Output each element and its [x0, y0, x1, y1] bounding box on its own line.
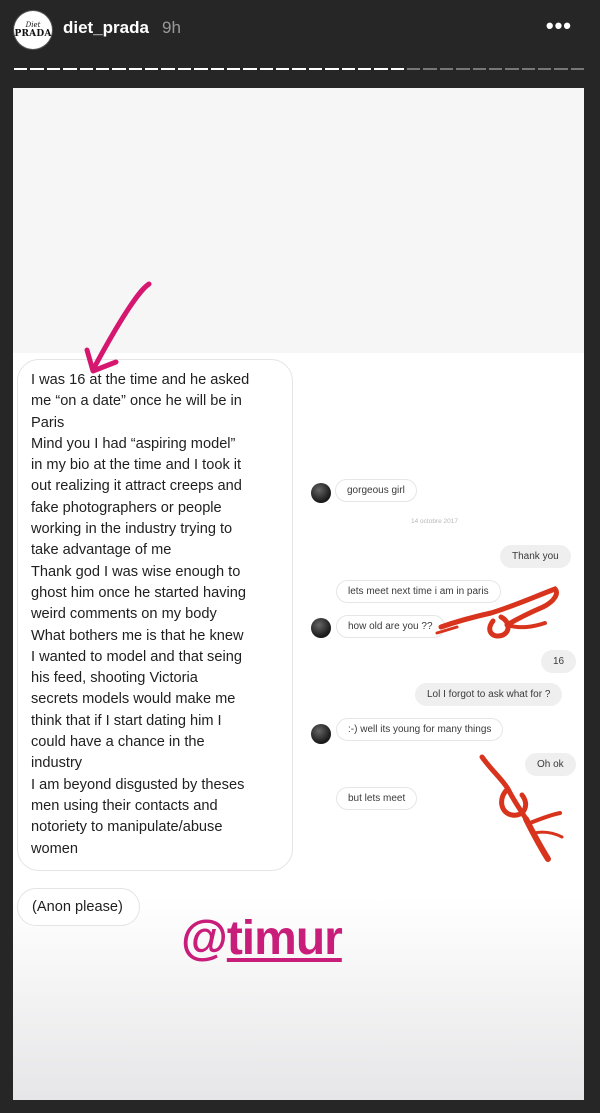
- chat-message-incoming: :-) well its young for many things: [336, 718, 504, 741]
- progress-segment: [292, 68, 306, 70]
- avatar-logo-line1: Diet: [25, 20, 41, 29]
- progress-segment: [570, 68, 585, 70]
- progress-segment: [177, 68, 192, 70]
- progress-segment: [145, 68, 159, 70]
- progress-segment: [521, 68, 535, 70]
- ok-hand-icon: [435, 586, 559, 639]
- progress-segment: [341, 68, 355, 70]
- progress-segment: [194, 68, 208, 70]
- progress-segment: [226, 68, 241, 70]
- progress-segment: [46, 68, 61, 70]
- chat-avatar: [311, 724, 331, 744]
- mention-username: timur: [226, 912, 343, 965]
- post-time: 9h: [162, 18, 181, 37]
- progress-segment: [423, 68, 437, 70]
- progress-segment: [505, 68, 519, 70]
- progress-segment: [308, 68, 323, 70]
- username-link[interactable]: diet_prada: [63, 18, 149, 38]
- progress-segment: [456, 68, 470, 70]
- ok-hand-icon: [479, 754, 564, 862]
- progress-segment: [14, 68, 28, 70]
- progress-segment: [538, 68, 552, 70]
- progress-segment: [112, 68, 126, 70]
- chat-message-outgoing: Lol I forgot to ask what for ?: [415, 683, 563, 706]
- progress-segment: [161, 68, 175, 70]
- progress-segment: [472, 68, 486, 70]
- chat-avatar: [311, 618, 331, 638]
- mention-prefix: @: [181, 912, 228, 965]
- chat-message-incoming: how old are you ??: [336, 615, 445, 638]
- progress-segment: [30, 68, 44, 70]
- story-progress-bar: [14, 68, 585, 72]
- chat-message-incoming: gorgeous girl: [335, 479, 417, 502]
- progress-segment: [128, 68, 142, 70]
- progress-segment: [210, 68, 224, 70]
- progress-segment: [276, 68, 290, 70]
- profile-avatar[interactable]: Diet PRADA: [14, 11, 52, 49]
- progress-segment: [79, 68, 93, 70]
- progress-segment: [407, 68, 421, 70]
- progress-segment: [95, 68, 110, 70]
- progress-segment: [243, 68, 257, 70]
- progress-segment: [488, 68, 503, 70]
- progress-segment: [390, 68, 404, 70]
- progress-segment: [259, 68, 273, 70]
- progress-segment: [554, 68, 568, 70]
- mention-tag[interactable]: @timur: [181, 911, 343, 966]
- more-options-icon[interactable]: •••: [546, 13, 572, 39]
- chat-avatar: [311, 483, 331, 503]
- chat-message-outgoing: Thank you: [500, 545, 571, 568]
- progress-segment: [439, 68, 454, 70]
- chat-message-incoming: but lets meet: [336, 787, 418, 810]
- chat-date: 14 octobre 2017: [411, 518, 458, 525]
- progress-segment: [357, 68, 372, 70]
- chat-message-outgoing: 16: [541, 650, 577, 673]
- story-header: Diet PRADA diet_prada 9h •••: [0, 0, 600, 88]
- progress-segment: [325, 68, 339, 70]
- progress-segment: [63, 68, 77, 70]
- progress-segment: [374, 68, 388, 70]
- avatar-logo-line2: PRADA: [14, 28, 52, 39]
- story-content[interactable]: I was 16 at the time and he asked me “on…: [13, 88, 584, 1100]
